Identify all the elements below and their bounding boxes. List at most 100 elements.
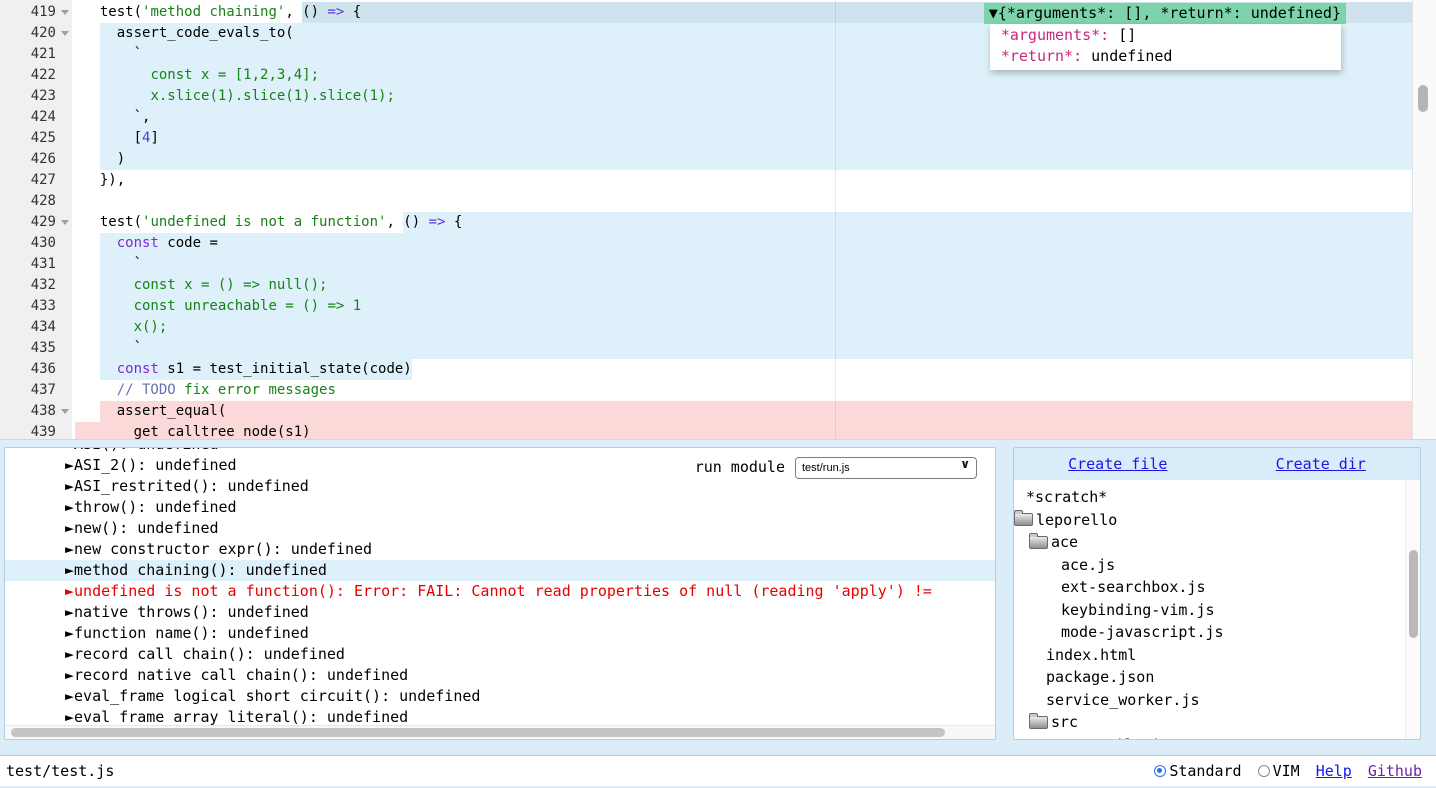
- editor-vertical-scrollbar[interactable]: [1412, 0, 1436, 439]
- test-result-row[interactable]: ►new(): undefined: [5, 518, 995, 539]
- code-line-text: ): [72, 149, 1412, 170]
- code-editor[interactable]: 4194204214224234244254264274284294304314…: [0, 0, 1436, 440]
- run-module-select[interactable]: test/run.js: [795, 457, 977, 479]
- leporello-app: { "colors": { "highlight_blue": "#def0fa…: [0, 0, 1436, 788]
- editor-gutter[interactable]: 4194204214224234244254264274284294304314…: [0, 0, 72, 439]
- file-tree-row[interactable]: keybinding-vim.js: [1014, 599, 1405, 622]
- value-tooltip-header[interactable]: ▼{*arguments*: [], *return*: undefined}: [984, 3, 1346, 24]
- file-tree-row[interactable]: *scratch*: [1014, 486, 1405, 509]
- test-result-row[interactable]: ►record call chain(): undefined: [5, 644, 995, 665]
- line-number[interactable]: 431: [0, 254, 72, 275]
- help-link[interactable]: Help: [1316, 756, 1352, 786]
- code-line-text: const code =: [72, 233, 1412, 254]
- test-result-row[interactable]: ►ASI(): undefined: [5, 447, 995, 455]
- line-number[interactable]: 419: [0, 2, 72, 23]
- results-horizontal-scrollbar[interactable]: [5, 725, 995, 739]
- line-number[interactable]: 435: [0, 338, 72, 359]
- line-number[interactable]: 421: [0, 44, 72, 65]
- github-link[interactable]: Github: [1368, 756, 1422, 786]
- status-bar: test/test.js Standard VIM Help Github: [0, 755, 1436, 786]
- code-line[interactable]: ): [72, 149, 1412, 170]
- line-number[interactable]: 434: [0, 317, 72, 338]
- code-line[interactable]: [72, 191, 1412, 212]
- line-number[interactable]: 422: [0, 65, 72, 86]
- code-line[interactable]: const s1 = test_initial_state(code): [72, 359, 1412, 380]
- line-number[interactable]: 426: [0, 149, 72, 170]
- code-line[interactable]: `,: [72, 107, 1412, 128]
- test-result-row[interactable]: ►record native call chain(): undefined: [5, 665, 995, 686]
- tooltip-entry[interactable]: *arguments*: []: [992, 25, 1335, 46]
- file-tree-row[interactable]: ace.js: [1014, 554, 1405, 577]
- create-dir-link[interactable]: Create dir: [1276, 448, 1366, 480]
- line-number[interactable]: 438: [0, 401, 72, 422]
- fold-arrow-icon[interactable]: [61, 31, 69, 36]
- line-number[interactable]: 439: [0, 422, 72, 440]
- line-number[interactable]: 425: [0, 128, 72, 149]
- code-line[interactable]: [4]: [72, 128, 1412, 149]
- file-name-label: leporello: [1036, 509, 1117, 532]
- file-tree-row[interactable]: mode-javascript.js: [1014, 621, 1405, 644]
- run-module-control: run module test/run.js ∨: [689, 455, 977, 479]
- code-line[interactable]: const unreachable = () => 1: [72, 296, 1412, 317]
- line-number[interactable]: 437: [0, 380, 72, 401]
- code-line[interactable]: x();: [72, 317, 1412, 338]
- line-number[interactable]: 423: [0, 86, 72, 107]
- test-result-row[interactable]: ►eval_frame logical short circuit(): und…: [5, 686, 995, 707]
- line-number[interactable]: 424: [0, 107, 72, 128]
- file-tree-row[interactable]: index.html: [1014, 644, 1405, 667]
- code-line[interactable]: const code =: [72, 233, 1412, 254]
- keybinding-standard-radio[interactable]: Standard: [1154, 756, 1241, 786]
- line-number[interactable]: 436: [0, 359, 72, 380]
- editor-scrollbar-thumb[interactable]: [1418, 85, 1428, 112]
- test-result-row[interactable]: ►undefined is not a function(): Error: F…: [5, 581, 995, 602]
- folder-row[interactable]: src: [1014, 711, 1405, 734]
- line-number[interactable]: 432: [0, 275, 72, 296]
- keybinding-vim-radio[interactable]: VIM: [1258, 756, 1300, 786]
- results-scrollbar-thumb[interactable]: [11, 728, 945, 737]
- line-number[interactable]: 428: [0, 191, 72, 212]
- tooltip-entry[interactable]: *return*: undefined: [992, 46, 1335, 67]
- test-results-panel: ►ASI(): undefined►ASI_2(): undefined►ASI…: [4, 447, 996, 740]
- fold-arrow-icon[interactable]: [61, 220, 69, 225]
- code-line[interactable]: test('undefined is not a function', () =…: [72, 212, 1412, 233]
- line-number[interactable]: 430: [0, 233, 72, 254]
- line-number[interactable]: 429: [0, 212, 72, 233]
- file-tree-row[interactable]: service_worker.js: [1014, 689, 1405, 712]
- folder-row[interactable]: ace: [1014, 531, 1405, 554]
- folder-icon: [1029, 716, 1048, 729]
- code-line[interactable]: assert_equal(: [72, 401, 1412, 422]
- folder-row[interactable]: leporello: [1014, 509, 1405, 532]
- value-tooltip: ▼{*arguments*: [], *return*: undefined} …: [984, 3, 1346, 70]
- code-line-text: x.slice(1).slice(1).slice(1);: [72, 86, 1412, 107]
- file-tree-row[interactable]: ast_utils.js: [1014, 734, 1405, 740]
- code-line[interactable]: // TODO fix error messages: [72, 380, 1412, 401]
- code-line-text: assert_equal(: [72, 401, 1412, 422]
- test-result-row[interactable]: ►ASI_restrited(): undefined: [5, 476, 995, 497]
- test-result-row[interactable]: ►method chaining(): undefined: [5, 560, 995, 581]
- code-line[interactable]: `: [72, 254, 1412, 275]
- files-scrollbar-thumb[interactable]: [1409, 550, 1418, 638]
- test-result-row[interactable]: ►throw(): undefined: [5, 497, 995, 518]
- line-number[interactable]: 427: [0, 170, 72, 191]
- line-number[interactable]: 433: [0, 296, 72, 317]
- test-result-row[interactable]: ►new constructor expr(): undefined: [5, 539, 995, 560]
- code-line-text: `,: [72, 107, 1412, 128]
- line-number[interactable]: 420: [0, 23, 72, 44]
- create-file-link[interactable]: Create file: [1068, 448, 1167, 480]
- file-tree-row[interactable]: package.json: [1014, 666, 1405, 689]
- radio-selected-icon[interactable]: [1154, 765, 1166, 777]
- code-line[interactable]: const x = () => null();: [72, 275, 1412, 296]
- code-line[interactable]: }),: [72, 170, 1412, 191]
- fold-arrow-icon[interactable]: [61, 409, 69, 414]
- test-result-row[interactable]: ►native throws(): undefined: [5, 602, 995, 623]
- test-result-row[interactable]: ►function name(): undefined: [5, 623, 995, 644]
- code-line[interactable]: `: [72, 338, 1412, 359]
- code-line[interactable]: x.slice(1).slice(1).slice(1);: [72, 86, 1412, 107]
- run-module-label: run module: [695, 456, 785, 478]
- file-name-label: ext-searchbox.js: [1061, 576, 1206, 599]
- files-vertical-scrollbar[interactable]: [1405, 480, 1420, 739]
- code-line[interactable]: get_calltree_node(s1): [72, 422, 1412, 440]
- fold-arrow-icon[interactable]: [61, 10, 69, 15]
- file-tree-row[interactable]: ext-searchbox.js: [1014, 576, 1405, 599]
- radio-unselected-icon[interactable]: [1258, 765, 1270, 777]
